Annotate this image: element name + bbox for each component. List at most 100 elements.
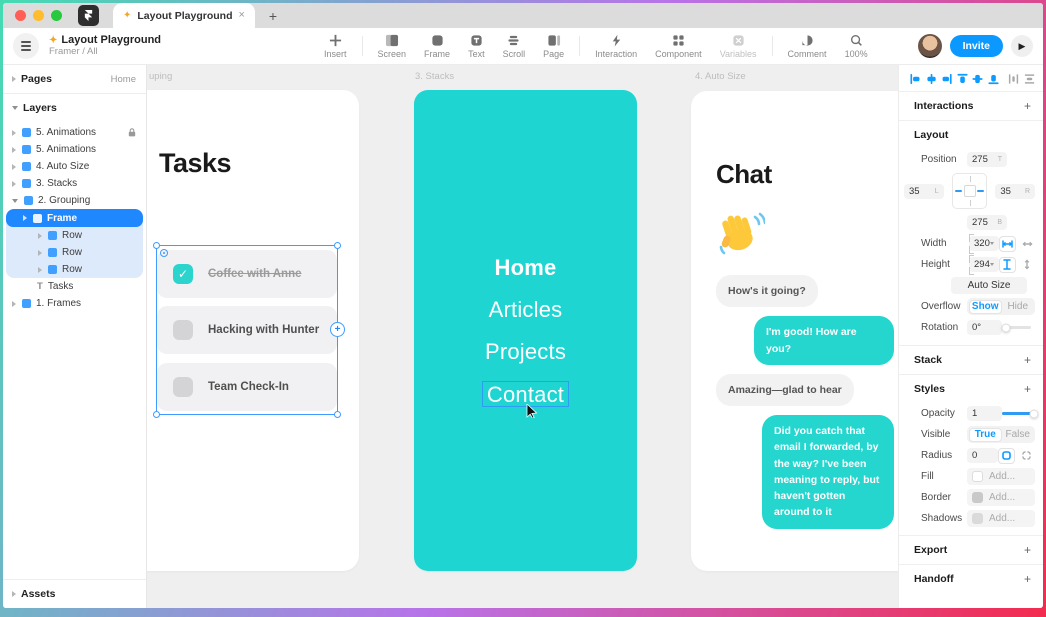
layer-row-row1[interactable]: Row [6,227,143,244]
main-menu-button[interactable] [13,33,39,59]
per-corner-radius-button[interactable] [1018,448,1035,464]
add-to-stack-handle[interactable]: + [330,322,345,337]
rotation-slider[interactable] [1001,323,1031,332]
current-page-label[interactable]: Home [111,74,136,85]
assets-section-header[interactable]: Assets [3,580,146,608]
checkbox-checked[interactable]: ✓ [173,264,193,284]
layer-row-row3[interactable]: Row [6,261,143,278]
interactions-section-header[interactable]: Interactions + [899,92,1043,120]
slider-knob[interactable] [1001,323,1011,332]
add-export-button[interactable]: + [1024,543,1031,557]
radius-input[interactable]: 0 [967,448,998,463]
component-tool[interactable]: Component [646,34,711,59]
add-stack-button[interactable]: + [1024,353,1031,367]
opacity-slider[interactable] [1002,409,1039,418]
visible-true-option[interactable]: True [968,427,1002,442]
stacks-design-frame[interactable]: Home Articles Projects Contact [414,90,637,571]
layer-row-animations-locked[interactable]: 5. Animations [3,124,146,141]
canvas[interactable]: uping 3. Stacks 4. Auto Size Tasks ✓ Cof… [146,65,898,608]
handoff-section-header[interactable]: Handoff + [899,565,1043,593]
pages-section-header[interactable]: Pages Home [3,65,146,93]
chat-bubble-right[interactable]: Did you catch that email I forwarded, by… [762,415,894,529]
framer-app-tab[interactable] [78,5,99,26]
menu-item-projects[interactable]: Projects [485,339,566,365]
constraints-widget[interactable] [951,173,988,209]
align-left-icon[interactable] [910,73,921,85]
document-title-block[interactable]: ✦ Layout Playground Framer / All [49,34,161,58]
frame-label-stacks[interactable]: 3. Stacks [415,71,454,82]
styles-section-header[interactable]: Styles + [899,375,1043,403]
invite-button[interactable]: Invite [949,35,1003,57]
uniform-radius-button[interactable] [998,447,1015,464]
minimize-window-button[interactable] [33,10,44,21]
add-interaction-button[interactable]: + [1024,99,1031,113]
preview-play-button[interactable]: ▶ [1011,35,1033,57]
border-swatch[interactable] [972,492,983,503]
chevron-right-icon[interactable] [12,129,16,136]
menu-item-home[interactable]: Home [495,255,557,281]
fixed-height-button[interactable] [998,256,1016,273]
chat-bubble-left[interactable]: Amazing—glad to hear [716,373,854,407]
chat-bubble-right[interactable]: I'm good! How are you? [754,316,894,365]
chevron-right-icon[interactable] [38,232,42,239]
overflow-show-option[interactable]: Show [968,299,1002,314]
layer-row-grouping[interactable]: 2. Grouping [3,192,146,209]
menu-item-articles[interactable]: Articles [489,297,563,323]
task-row-coffee[interactable]: ✓ Coffee with Anne [157,250,337,298]
shadows-swatch[interactable] [972,513,983,524]
frame-label-auto-size[interactable]: 4. Auto Size [695,71,746,82]
frame-label-grouping[interactable]: uping [149,71,172,82]
stack-section-header[interactable]: Stack + [899,346,1043,374]
chevron-right-icon[interactable] [38,249,42,256]
task-row-hacking[interactable]: Hacking with Hunter [157,306,337,354]
layer-row-frames[interactable]: 1. Frames [3,295,146,312]
position-left-input[interactable]: 35 L [904,183,944,199]
frame-tool[interactable]: Frame [415,34,459,59]
checkbox-unchecked[interactable] [173,377,193,397]
align-center-horizontal-icon[interactable] [926,73,937,85]
relative-height-button[interactable] [1019,257,1036,273]
scroll-tool[interactable]: Scroll [494,34,535,59]
chevron-right-icon[interactable] [23,215,27,221]
layer-row-auto-size[interactable]: 4. Auto Size [3,158,146,175]
fill-add-control[interactable]: Add... [967,468,1035,485]
align-top-icon[interactable] [957,73,968,85]
new-tab-button[interactable]: + [269,9,277,23]
chevron-right-icon[interactable] [12,76,16,82]
chevron-right-icon[interactable] [38,266,42,273]
checkbox-unchecked[interactable] [173,320,193,340]
add-handoff-button[interactable]: + [1024,572,1031,586]
menu-item-contact-selected[interactable]: Contact [481,381,570,418]
insert-tool[interactable]: Insert [315,34,356,59]
layer-row-animations[interactable]: 5. Animations [3,141,146,158]
layer-row-frame-selected[interactable]: Frame [6,209,143,227]
fill-swatch[interactable] [972,471,983,482]
comment-tool[interactable]: Comment [779,34,836,59]
close-window-button[interactable] [15,10,26,21]
chevron-right-icon[interactable] [12,180,16,187]
auto-size-button[interactable]: Auto Size [951,277,1027,294]
tasks-frame-title[interactable]: Tasks [159,148,232,179]
slider-knob[interactable] [1029,409,1039,418]
chat-bubble-left[interactable]: How's it going? [716,275,818,308]
layer-row-row2[interactable]: Row [6,244,143,261]
user-avatar[interactable] [917,34,942,58]
chevron-down-icon[interactable] [12,106,18,110]
layer-row-stacks[interactable]: 3. Stacks [3,175,146,192]
breadcrumb[interactable]: Framer / All [49,46,161,58]
interaction-tool[interactable]: Interaction [586,34,646,59]
layers-section-header[interactable]: Layers [3,94,146,122]
align-center-vertical-icon[interactable] [972,73,983,85]
maximize-window-button[interactable] [51,10,62,21]
distribute-vertical-icon[interactable] [1024,73,1035,85]
chat-frame-title[interactable]: Chat [716,159,772,190]
chevron-right-icon[interactable] [12,163,16,170]
chevron-down-icon[interactable] [12,198,18,203]
page-tool[interactable]: Page [534,34,573,59]
align-right-icon[interactable] [941,73,952,85]
shadows-add-control[interactable]: Add... [967,510,1035,527]
position-right-input[interactable]: 35 R [995,183,1036,199]
close-tab-icon[interactable]: × [238,10,244,21]
position-top-input[interactable]: 275 T [967,152,1007,167]
chevron-right-icon[interactable] [12,300,16,307]
